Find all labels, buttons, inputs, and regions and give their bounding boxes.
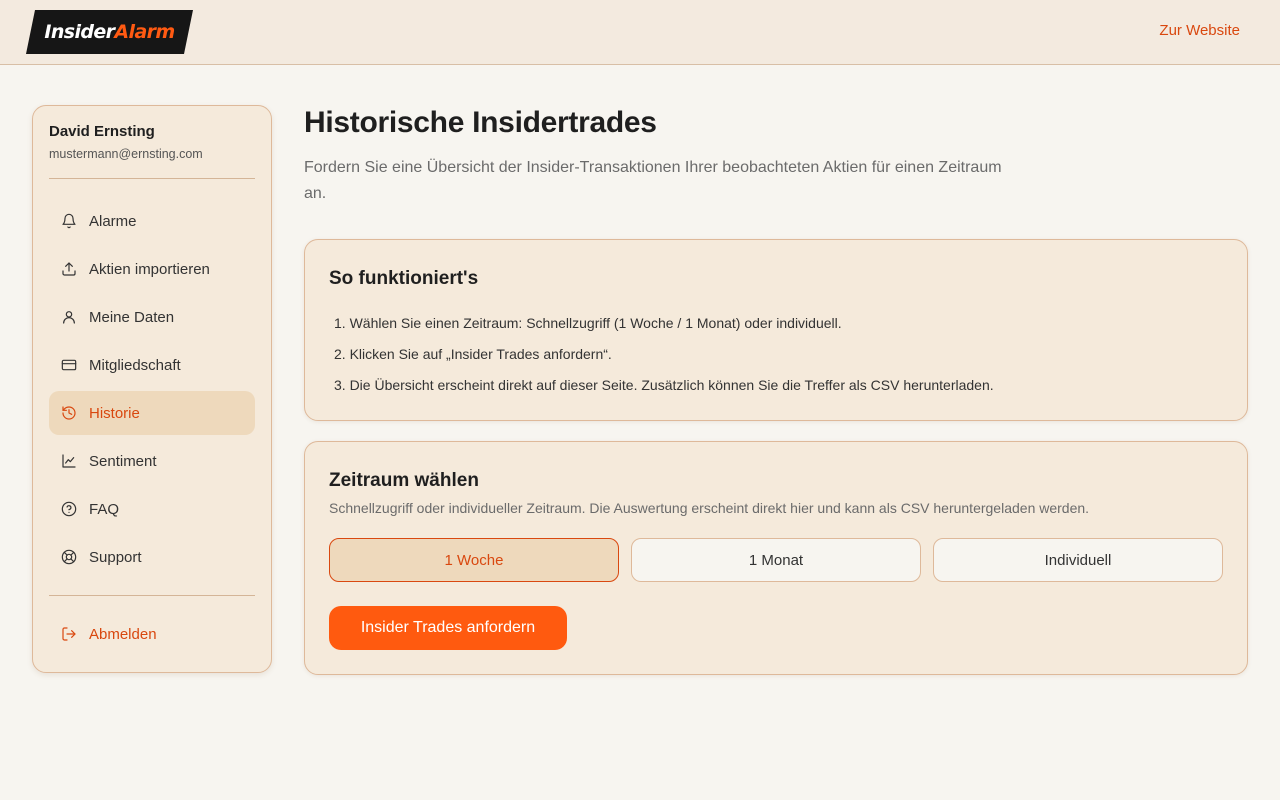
- sidebar-item-label: Meine Daten: [89, 308, 175, 326]
- logout-button[interactable]: Abmelden: [49, 612, 255, 656]
- logo[interactable]: Insider Alarm: [26, 10, 193, 54]
- sidebar-item-mitgliedschaft[interactable]: Mitgliedschaft: [49, 343, 255, 387]
- lifebuoy-icon: [61, 549, 77, 565]
- page-title: Historische Insidertrades: [304, 106, 657, 139]
- how-it-works-card: So funktioniert's 1. Wählen Sie einen Ze…: [304, 239, 1248, 421]
- period-card: Zeitraum wählen Schnellzugriff oder indi…: [304, 441, 1248, 675]
- logo-text-insider: Insider: [44, 21, 115, 43]
- period-option-1-monat[interactable]: 1 Monat: [631, 538, 921, 582]
- sidebar-divider-bottom: [49, 595, 255, 596]
- how-it-works-title: So funktioniert's: [329, 268, 479, 289]
- website-link[interactable]: Zur Website: [1159, 22, 1240, 39]
- step-item: 3. Die Übersicht erscheint direkt auf di…: [334, 377, 994, 393]
- sidebar-item-support[interactable]: Support: [49, 535, 255, 579]
- sidebar-item-alarme[interactable]: Alarme: [49, 199, 255, 243]
- sidebar-item-label: Mitgliedschaft: [89, 356, 181, 374]
- logo-text-alarm: Alarm: [114, 21, 175, 43]
- period-option-1-woche[interactable]: 1 Woche: [329, 538, 619, 582]
- page-subtitle: Fordern Sie eine Übersicht der Insider-T…: [304, 159, 1002, 202]
- sidebar-item-faq[interactable]: FAQ: [49, 487, 255, 531]
- history-icon: [61, 405, 77, 421]
- sidebar-item-label: Sentiment: [89, 452, 157, 470]
- sidebar-item-label: Support: [89, 548, 142, 566]
- steps-list: 1. Wählen Sie einen Zeitraum: Schnellzug…: [334, 314, 994, 407]
- sidebar-item-meine-daten[interactable]: Meine Daten: [49, 295, 255, 339]
- logout-icon: [61, 626, 77, 642]
- request-insider-trades-button[interactable]: Insider Trades anfordern: [329, 606, 567, 650]
- sidebar: David Ernsting mustermann@ernsting.com A…: [32, 105, 272, 673]
- sidebar-item-historie[interactable]: Historie: [49, 391, 255, 435]
- sidebar-item-label: FAQ: [89, 500, 120, 518]
- step-item: 2. Klicken Sie auf „Insider Trades anfor…: [334, 346, 612, 362]
- user-icon: [61, 309, 77, 325]
- line-chart-icon: [61, 453, 77, 469]
- upload-icon: [61, 261, 77, 277]
- period-option-individuell[interactable]: Individuell: [933, 538, 1223, 582]
- period-title: Zeitraum wählen: [329, 470, 479, 491]
- credit-card-icon: [61, 357, 77, 373]
- logo-text: Insider Alarm: [26, 10, 193, 54]
- step-item: 1. Wählen Sie einen Zeitraum: Schnellzug…: [334, 315, 842, 331]
- bell-icon: [61, 213, 77, 229]
- sidebar-item-aktien-importieren[interactable]: Aktien importieren: [49, 247, 255, 291]
- sidebar-item-sentiment[interactable]: Sentiment: [49, 439, 255, 483]
- sidebar-item-label: Alarme: [89, 212, 137, 230]
- user-email: mustermann@ernsting.com: [49, 147, 203, 161]
- user-name: David Ernsting: [49, 123, 155, 140]
- sidebar-item-label: Historie: [89, 404, 140, 422]
- help-circle-icon: [61, 501, 77, 517]
- logout-label: Abmelden: [89, 625, 157, 643]
- top-bar: Insider Alarm Zur Website: [0, 0, 1280, 65]
- period-description: Schnellzugriff oder individueller Zeitra…: [329, 500, 1090, 516]
- sidebar-item-label: Aktien importieren: [89, 260, 210, 278]
- sidebar-divider-top: [49, 178, 255, 179]
